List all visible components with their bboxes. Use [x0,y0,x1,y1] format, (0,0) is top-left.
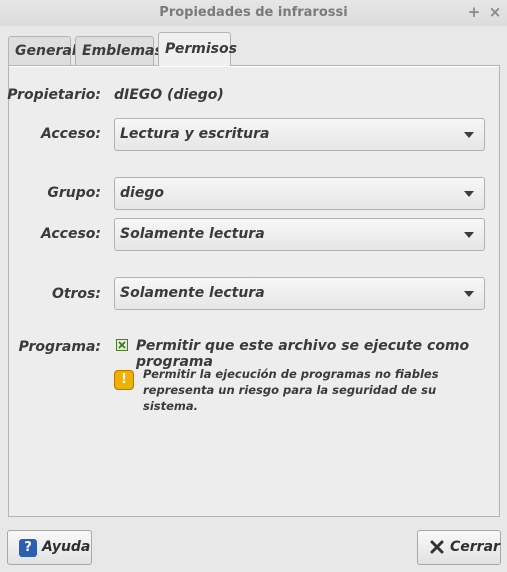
others-label: Otros: [51,286,101,302]
warning-text: Permitir la ejecución de programas no fi… [143,366,473,414]
others-access-value: Solamente lectura [120,285,265,301]
group-access-label: Acceso: [40,226,101,242]
help-button[interactable]: ? Ayuda [7,530,92,565]
close-button-label: Cerrar [450,539,500,555]
close-button[interactable]: Cerrar [417,530,501,565]
warning-icon: ! [114,370,134,390]
chevron-down-icon [464,232,474,238]
group-value: diego [120,185,164,201]
owner-label: Propietario: [7,87,101,103]
group-label: Grupo: [47,185,101,201]
help-button-label: Ayuda [42,539,91,555]
warning-line-2: representa un riesgo para la seguridad d… [143,383,437,413]
owner-access-select[interactable]: Lectura y escritura [114,118,485,151]
tab-general[interactable]: General [8,36,77,65]
close-icon [430,540,444,554]
owner-value: dIEGO (diego) [114,87,224,103]
others-access-select[interactable]: Solamente lectura [114,277,485,310]
owner-access-value: Lectura y escritura [120,126,270,142]
chevron-down-icon [464,291,474,297]
execute-checkbox[interactable] [116,339,128,351]
group-select[interactable]: diego [114,177,485,210]
chevron-down-icon [464,132,474,138]
chevron-down-icon [464,191,474,197]
tab-permisos[interactable]: Permisos [158,32,237,66]
tab-emblemas[interactable]: Emblemas [75,36,163,65]
window-close-button[interactable]: × [487,0,503,26]
checkbox-checked-icon [118,341,126,349]
group-access-select[interactable]: Solamente lectura [114,218,485,251]
window-titlebar: Propiedades de infrarossi + × [0,0,507,26]
window-title: Propiedades de infrarossi [159,5,348,20]
maximize-button[interactable]: + [466,0,482,26]
program-label: Programa: [18,339,101,355]
help-icon: ? [19,539,37,557]
owner-access-label: Acceso: [40,126,101,142]
group-access-value: Solamente lectura [120,226,265,242]
warning-line-1: Permitir la ejecución de programas no fi… [143,367,439,381]
